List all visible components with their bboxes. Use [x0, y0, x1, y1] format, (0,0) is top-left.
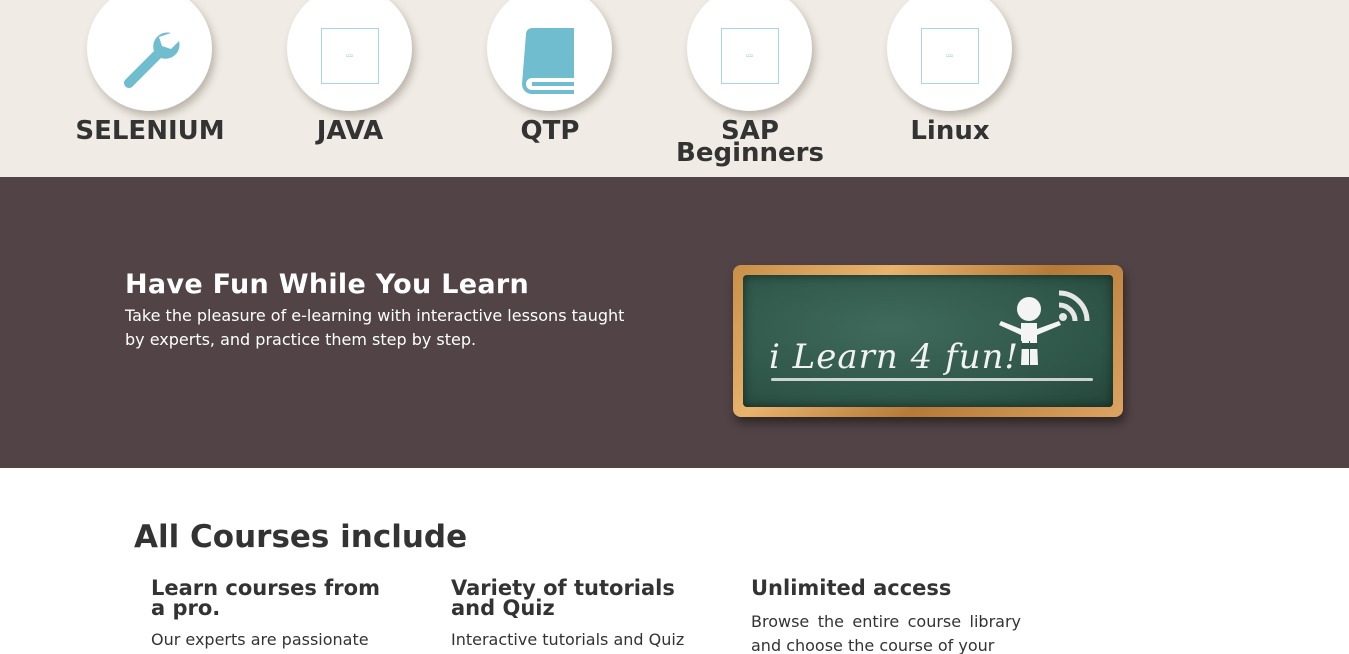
course-icon-circle — [487, 0, 612, 111]
feature-text: Our experts are passionate — [151, 630, 369, 649]
chalkboard-text: i Learn 4 fun! — [769, 337, 1020, 377]
course-title: Linux — [910, 116, 990, 146]
course-icon-circle — [87, 0, 212, 111]
wifi-signal-icon — [1058, 290, 1090, 322]
course-title: JAVA — [316, 116, 384, 146]
feature-learn-from-pro: Learn courses from a pro. Our experts ar… — [151, 578, 401, 652]
course-icon-circle: ▫▫ — [287, 0, 412, 111]
feature-unlimited-access: Unlimited access Browse the entire cours… — [751, 578, 1021, 654]
wrench-icon — [123, 31, 180, 88]
course-icon-circle: ▫▫ — [687, 0, 812, 111]
course-title: SAP Beginners — [676, 116, 824, 168]
feature-text: Interactive tutorials and Quiz for — [451, 630, 685, 649]
course-icon-circle: ▫▫ — [887, 0, 1012, 111]
broken-image-icon: ▫▫ — [920, 27, 979, 84]
stick-figure-icon — [999, 297, 1061, 365]
feature-title: Learn courses from a pro. — [151, 576, 380, 620]
hero-description: Take the pleasure of e-learning with int… — [125, 306, 625, 349]
section-title: All Courses include — [134, 519, 468, 555]
chalk-line — [771, 378, 1093, 381]
hero-title: Have Fun While You Learn — [125, 269, 530, 300]
chalkboard-image: i Learn 4 fun! — [733, 265, 1123, 417]
book-icon — [521, 27, 574, 94]
feature-title: Variety of tutorials and Quiz — [451, 576, 675, 620]
course-strip: SELENIUM ▫▫ JAVA QTP ▫▫ SAP Beginners ▫▫… — [0, 0, 1349, 177]
broken-image-icon: ▫▫ — [720, 27, 779, 84]
broken-image-icon: ▫▫ — [320, 27, 379, 84]
feature-title: Unlimited access — [751, 576, 952, 600]
chalkboard-surface: i Learn 4 fun! — [743, 275, 1113, 407]
feature-variety: Variety of tutorials and Quiz Interactiv… — [451, 578, 711, 654]
hero-banner: Have Fun While You Learn Take the pleasu… — [0, 177, 1349, 468]
feature-text: Browse the entire course library and cho… — [751, 612, 1021, 654]
course-title: SELENIUM — [75, 116, 225, 146]
course-title: QTP — [520, 116, 580, 146]
